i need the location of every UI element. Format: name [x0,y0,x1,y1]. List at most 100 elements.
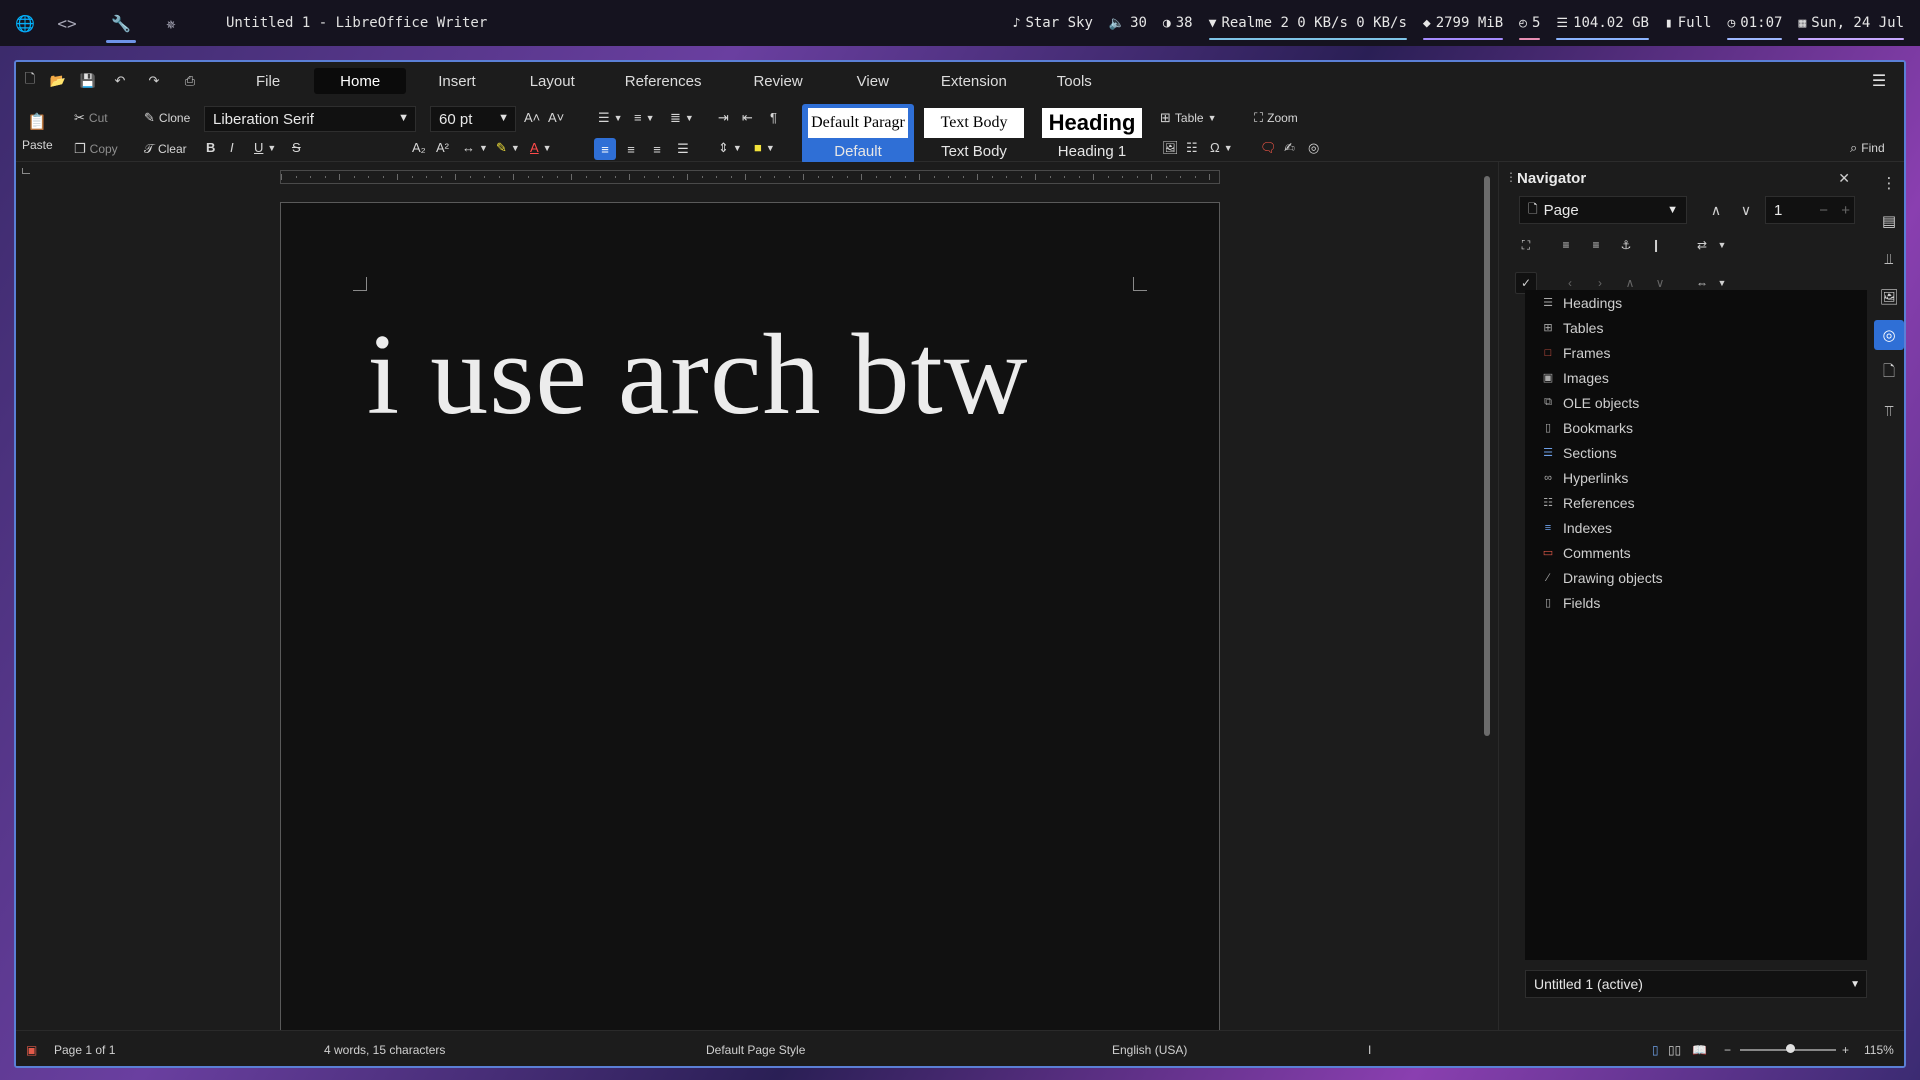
subscript-button[interactable]: A₂ [412,140,426,155]
font-size-select[interactable]: 60 pt ▼ [430,106,516,132]
open-folder-icon[interactable]: 📂 [48,71,68,91]
properties-icon[interactable]: ▤ [1874,206,1904,236]
battery-widget[interactable]: ▮ Full [1665,0,1712,46]
page-count[interactable]: Page 1 of 1 [54,1043,115,1057]
copy-button[interactable]: ❐ Copy [74,141,118,157]
decrease-indent-button[interactable]: ⇤ [742,110,753,126]
undo-icon[interactable]: ↶ [110,71,130,91]
numbering-button[interactable]: ≡ ▼ [634,110,655,125]
hamburger-menu-icon[interactable]: ☰ [1866,68,1892,94]
tab-file[interactable]: File [234,68,302,94]
network-widget[interactable]: ▼ Realme 2 0 KB/s 0 KB/s [1208,0,1407,46]
background-color-button[interactable]: ■ ▼ [754,140,775,155]
book-view-icon[interactable]: 📖 [1692,1043,1707,1057]
font-name-select[interactable]: Liberation Serif ▼ [204,106,416,132]
page-tab-icon[interactable]: 🗋 [1874,358,1904,388]
disk-widget[interactable]: ☰ 104.02 GB [1556,0,1649,46]
updates-widget[interactable]: ◴ 5 [1519,0,1541,46]
font-color-button[interactable]: A ▼ [530,140,552,155]
music-widget[interactable]: ♪ Star Sky [1013,0,1093,46]
zoom-percent[interactable]: 115% [1864,1043,1894,1057]
nav-item-tables[interactable]: ⊞ Tables [1525,315,1867,340]
previous-page-icon[interactable]: ∧ [1705,199,1727,221]
gallery-icon[interactable]: 🖼 [1874,282,1904,312]
underline-button[interactable]: U ▼ [254,140,276,155]
clock-widget[interactable]: ◷ 01:07 [1727,0,1783,46]
style-text-body[interactable]: Text Body Text Body [918,104,1030,164]
nav-item-ole-objects[interactable]: ⧉ OLE objects [1525,390,1867,415]
plus-icon[interactable]: + [1841,202,1850,219]
redo-icon[interactable]: ↷ [144,71,164,91]
vertical-scrollbar[interactable] [1484,176,1490,736]
clone-button[interactable]: ✎ Clone [144,110,190,126]
superscript-button[interactable]: A² [436,140,449,155]
tab-insert[interactable]: Insert [416,68,498,94]
brightness-widget[interactable]: ◑ 38 [1163,0,1193,46]
horizontal-ruler[interactable] [280,170,1220,184]
navigate-by-select[interactable]: 🗋 Page ▼ [1519,196,1687,224]
cut-button[interactable]: ✂ Cut [74,110,108,126]
styles-icon[interactable]: ⫫ [1874,244,1904,274]
minus-icon[interactable]: − [1819,202,1828,219]
align-left-button[interactable]: ≡ [594,138,616,160]
special-character-button[interactable]: Ω ▼ [1210,140,1233,155]
navigator-tab-icon[interactable]: ◎ [1874,320,1904,350]
clear-button[interactable]: 𝒯 Clear [144,141,187,157]
print-icon[interactable]: ⎙ [180,71,200,91]
reminder-icon[interactable]: ❙ [1645,234,1667,256]
wrench-icon[interactable]: 🔧 [100,0,142,46]
footer-icon[interactable]: ≡ [1585,234,1607,256]
highlight-button[interactable]: ✎ ▼ [496,140,520,156]
nav-item-comments[interactable]: ▭ Comments [1525,540,1867,565]
zoom-button[interactable]: ⛶ Zoom [1254,110,1298,126]
nav-item-sections[interactable]: ☰ Sections [1525,440,1867,465]
shrink-font-button[interactable]: A˅ [548,110,564,125]
memory-widget[interactable]: ◆ 2799 MiB [1422,0,1504,46]
nav-item-references[interactable]: ☷ References [1525,490,1867,515]
anchor-icon[interactable]: ⚓ [1615,234,1637,256]
line-spacing-button[interactable]: ⇕ ▼ [718,140,742,156]
tab-tools[interactable]: Tools [1035,68,1114,94]
insert-image-button[interactable]: 🖼 [1162,140,1179,156]
nav-item-headings[interactable]: ☰ Headings [1525,290,1867,315]
grow-font-button[interactable]: A˄ [524,110,540,125]
style-heading-1[interactable]: Heading Heading 1 [1036,104,1148,164]
tab-layout[interactable]: Layout [508,68,597,94]
multi-page-view-icon[interactable]: ▯▯ [1668,1043,1681,1057]
zoom-slider-handle[interactable] [1786,1044,1795,1053]
increase-indent-button[interactable]: ⇥ [718,110,729,126]
style-inspector-icon[interactable]: ⫪ [1874,396,1904,426]
new-document-icon[interactable]: 🗋 [20,71,40,91]
nav-item-indexes[interactable]: ≡ Indexes [1525,515,1867,540]
navigator-button[interactable]: ◎ [1308,140,1319,156]
volume-widget[interactable]: 🔈 30 [1109,0,1147,46]
tab-review[interactable]: Review [731,68,824,94]
chevron-down-icon[interactable]: ▼ [1711,234,1733,256]
bullets-button[interactable]: ☰ ▼ [598,110,623,126]
nav-item-hyperlinks[interactable]: ∞ Hyperlinks [1525,465,1867,490]
page-style[interactable]: Default Page Style [706,1043,805,1057]
style-default-paragraph[interactable]: Default Paragr Default [802,104,914,164]
drag-mode-icon[interactable]: ⇄ [1691,234,1713,256]
language[interactable]: English (USA) [1112,1043,1187,1057]
grip-icon[interactable]: ⋮ [1505,170,1517,184]
document-select[interactable]: Untitled 1 (active) ▼ [1525,970,1867,998]
find-button[interactable]: ⌕ Find [1850,140,1885,156]
tab-extension[interactable]: Extension [919,68,1029,94]
more-options-icon[interactable]: ⋮ [1874,168,1904,198]
italic-button[interactable]: I [230,140,234,155]
formatting-marks-button[interactable]: ¶ [770,110,777,125]
tab-view[interactable]: View [835,68,911,94]
close-icon[interactable]: ✕ [1838,170,1850,187]
toggle-content-icon[interactable]: ⛶ [1515,234,1537,256]
strikethrough-button[interactable]: S [292,140,301,155]
align-center-button[interactable]: ≡ [620,138,642,160]
document-text[interactable]: i use arch btw [367,309,1028,442]
table-button[interactable]: ⊞ Table ▼ [1160,110,1217,126]
word-count[interactable]: 4 words, 15 characters [324,1043,445,1057]
tab-home[interactable]: Home [314,68,407,94]
zoom-in-icon[interactable]: + [1842,1043,1849,1057]
bold-button[interactable]: B [206,140,215,155]
track-changes-button[interactable]: ✍ [1284,140,1295,156]
paste-button[interactable]: 📋 Paste [22,112,53,152]
